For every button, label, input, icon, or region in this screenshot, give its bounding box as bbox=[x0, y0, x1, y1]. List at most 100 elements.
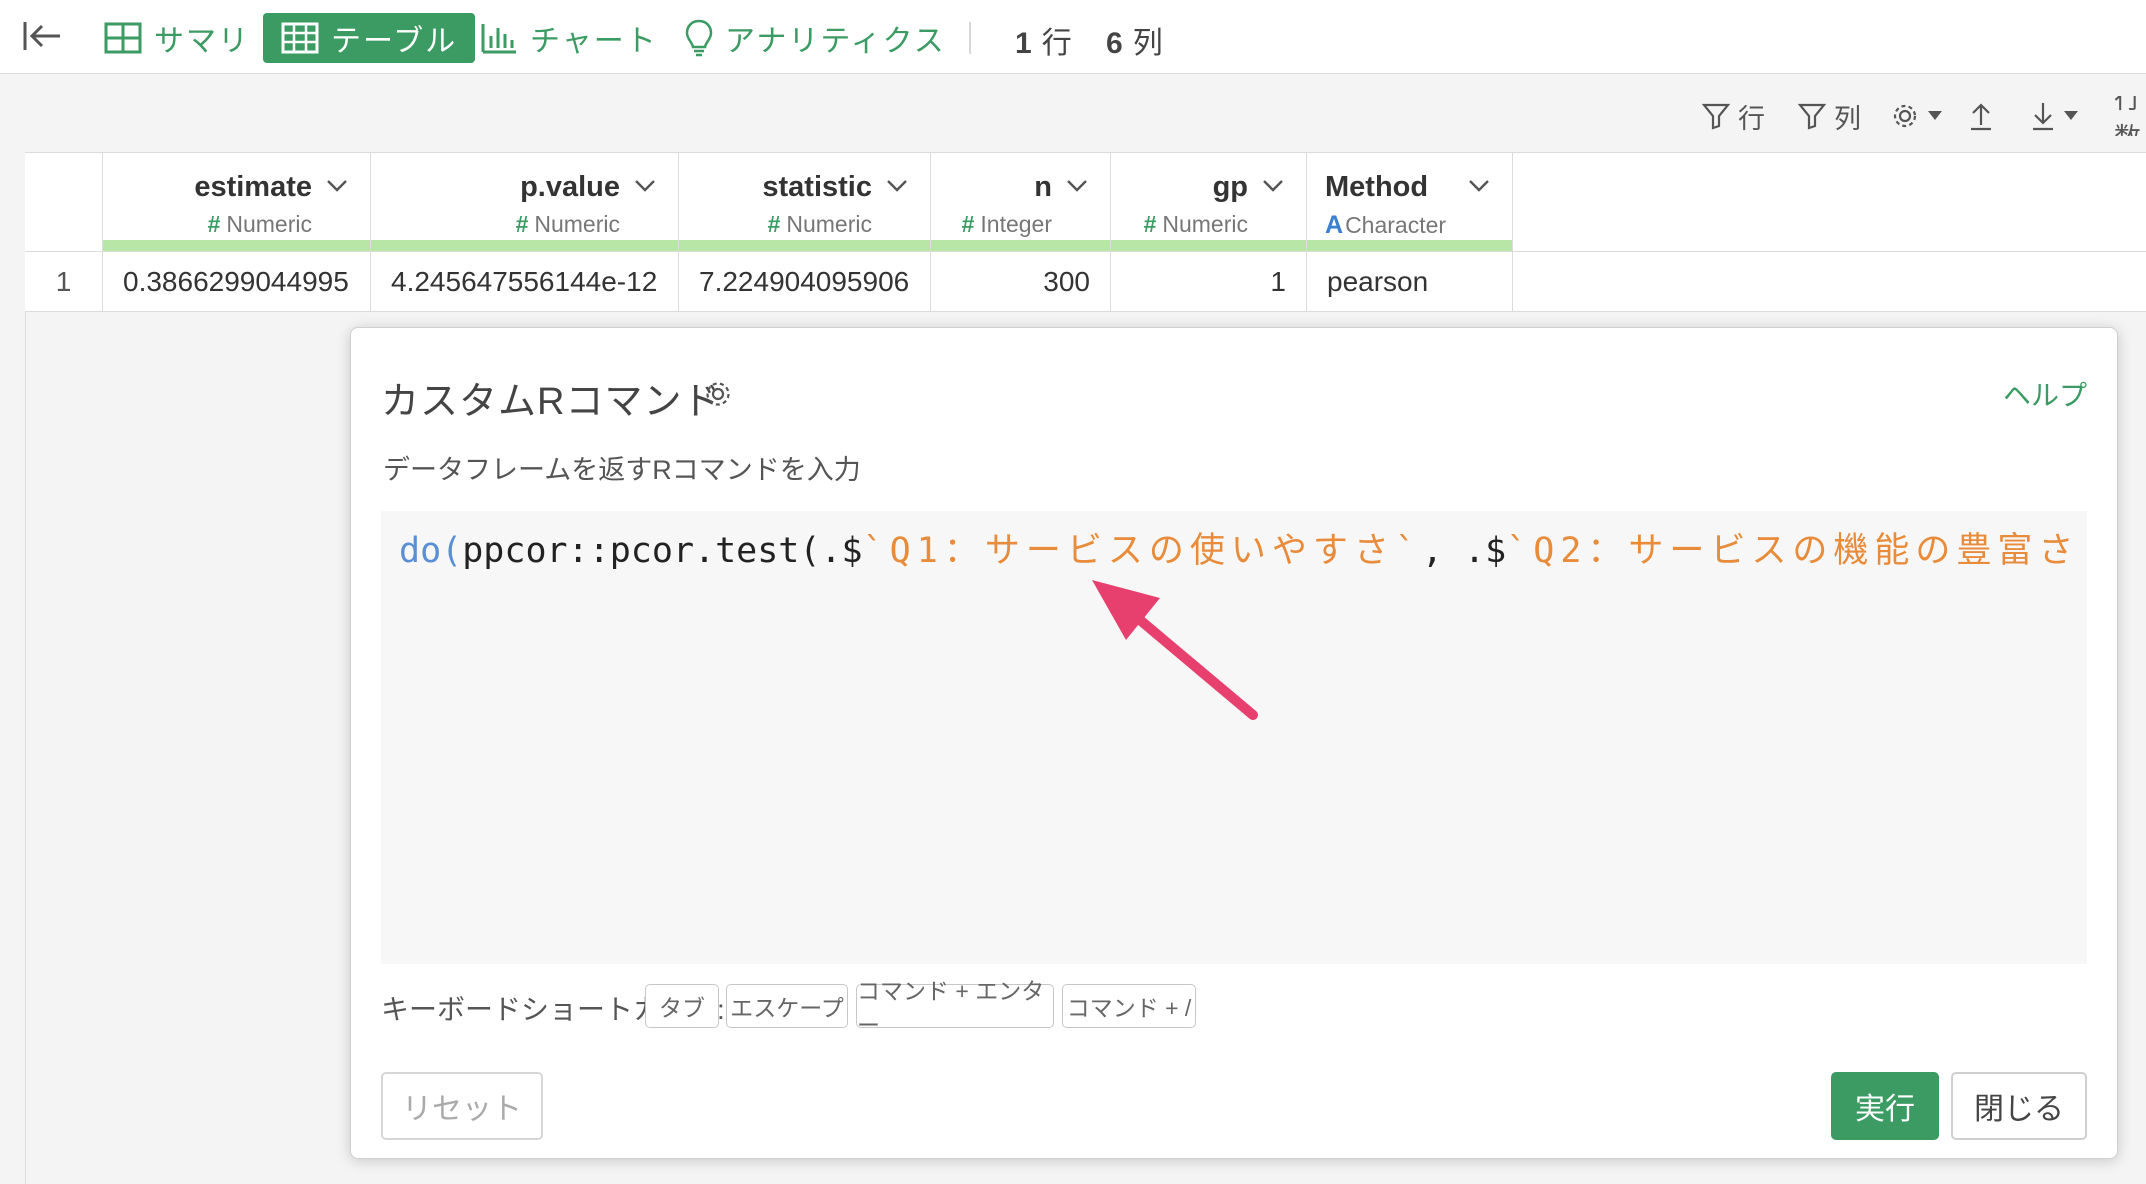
table-cell-statistic[interactable]: 7.224904095906 bbox=[679, 252, 931, 311]
column-type-label: Numeric bbox=[1162, 211, 1248, 237]
column-count-value: 6 bbox=[1106, 27, 1123, 60]
run-button[interactable]: 実行 bbox=[1831, 1072, 1939, 1140]
summary-grid-icon bbox=[104, 22, 142, 54]
column-quality-bar bbox=[679, 240, 930, 251]
column-header-estimate[interactable]: estimate # Numeric bbox=[103, 153, 371, 251]
column-type-label: Numeric bbox=[786, 211, 872, 237]
gear-icon[interactable] bbox=[703, 379, 733, 409]
chevron-down-icon[interactable] bbox=[1262, 179, 1284, 193]
chevron-down-icon[interactable] bbox=[634, 179, 656, 193]
import-dropdown-button[interactable] bbox=[2030, 96, 2078, 136]
column-type-label: Numeric bbox=[226, 211, 312, 237]
column-quality-bar bbox=[1307, 240, 1512, 251]
column-header-statistic[interactable]: statistic # Numeric bbox=[679, 153, 931, 251]
column-type: # Numeric bbox=[208, 211, 312, 238]
filter-rows-label: 行 bbox=[1738, 103, 1765, 134]
column-quality-bar bbox=[103, 240, 370, 251]
tab-summary[interactable]: サマリ bbox=[86, 13, 268, 63]
gear-icon bbox=[1893, 104, 1917, 128]
chevron-down-icon[interactable] bbox=[886, 179, 908, 193]
reset-button[interactable]: リセット bbox=[381, 1072, 543, 1140]
row-count-unit: 行 bbox=[1041, 27, 1072, 60]
row-count-value: 1 bbox=[1015, 27, 1032, 60]
shortcut-command-enter-key[interactable]: コマンド + エンター bbox=[856, 978, 1054, 1038]
shortcut-escape-key[interactable]: エスケープ bbox=[726, 984, 848, 1028]
column-quality-bar bbox=[931, 240, 1110, 251]
custom-r-command-dialog: カスタムRコマンド ヘルプ データフレームを返すRコマンドを入力 do(ppco… bbox=[350, 327, 2118, 1159]
column-type: # Integer bbox=[962, 211, 1052, 238]
chevron-down-icon[interactable] bbox=[1066, 179, 1088, 193]
filter-columns-button[interactable]: 列 bbox=[1798, 96, 1861, 136]
table-cell-n[interactable]: 300 bbox=[931, 252, 1111, 311]
character-type-icon: A bbox=[1325, 211, 1344, 239]
table-header-row: estimate # Numeric p.value # Numeric stati… bbox=[25, 152, 2146, 252]
table-cell-estimate[interactable]: 0.3866299044995 bbox=[103, 252, 371, 311]
download-icon bbox=[2033, 103, 2053, 131]
dialog-title: カスタムRコマンド bbox=[381, 381, 722, 423]
column-header-p-value[interactable]: p.value # Numeric bbox=[371, 153, 679, 251]
numeric-type-icon: # bbox=[1143, 211, 1157, 237]
integer-type-icon: # bbox=[961, 211, 975, 237]
column-type: # Numeric bbox=[516, 211, 620, 238]
code-line: do(ppcor::pcor.test(.$`Q1：サービスの使いやすさ`, .… bbox=[399, 521, 2079, 581]
filter-icon bbox=[1798, 103, 1826, 130]
filter-rows-button[interactable]: 行 bbox=[1702, 96, 1765, 136]
numeric-type-icon: # bbox=[207, 211, 221, 237]
chevron-down-icon[interactable] bbox=[326, 179, 348, 193]
column-type: # Numeric bbox=[1144, 211, 1248, 238]
code-text: ppcor::pcor.test(.$ bbox=[462, 531, 863, 571]
tab-table-label: テーブル bbox=[331, 25, 458, 58]
tab-chart-label: チャート bbox=[530, 25, 658, 58]
caret-down-icon bbox=[1928, 111, 1942, 120]
code-string: `Q1：サービスの使いやすさ` bbox=[862, 531, 1422, 571]
column-name: statistic bbox=[762, 171, 872, 203]
tab-analytics[interactable]: アナリティクス bbox=[667, 13, 964, 63]
truncated-toolbar-item[interactable]: 行数 bbox=[2114, 96, 2146, 136]
code-string: `Q2：サービスの機能の豊富さ bbox=[1506, 531, 2080, 571]
r-code-editor[interactable]: do(ppcor::pcor.test(.$`Q1：サービスの使いやすさ`, .… bbox=[381, 511, 2087, 964]
column-header-gp[interactable]: gp # Numeric bbox=[1111, 153, 1307, 251]
collapse-back-icon[interactable] bbox=[22, 18, 66, 54]
close-button[interactable]: 閉じる bbox=[1951, 1072, 2087, 1140]
filter-icon bbox=[1702, 103, 1730, 130]
help-link[interactable]: ヘルプ bbox=[2003, 374, 2087, 414]
column-name: gp bbox=[1212, 171, 1248, 203]
shortcut-tab-key[interactable]: タブ bbox=[645, 984, 719, 1028]
tab-summary-label: サマリ bbox=[154, 25, 250, 58]
numeric-type-icon: # bbox=[767, 211, 781, 237]
column-name: Method bbox=[1325, 171, 1429, 203]
truncated-toolbar-label: 行数 bbox=[2114, 96, 2141, 136]
table-icon bbox=[281, 22, 319, 54]
column-type: # Numeric bbox=[768, 211, 872, 238]
caret-down-icon bbox=[2064, 111, 2078, 120]
table-cell-gp[interactable]: 1 bbox=[1111, 252, 1307, 311]
column-quality-bar bbox=[1111, 240, 1306, 251]
filter-columns-label: 列 bbox=[1834, 103, 1861, 134]
lightbulb-icon bbox=[685, 19, 713, 57]
tab-analytics-label: アナリティクス bbox=[725, 25, 946, 58]
column-name: p.value bbox=[520, 171, 620, 203]
column-quality-bar bbox=[371, 240, 678, 251]
column-header-n[interactable]: n # Integer bbox=[931, 153, 1111, 251]
code-keyword: do bbox=[399, 531, 442, 571]
column-count-unit: 列 bbox=[1132, 27, 1163, 60]
table-cell-method[interactable]: pearson bbox=[1307, 252, 1513, 311]
row-index-header bbox=[25, 153, 103, 251]
tab-table[interactable]: テーブル bbox=[263, 13, 476, 63]
code-open-paren: ( bbox=[441, 531, 463, 571]
column-type-label: Numeric bbox=[534, 211, 620, 237]
bar-chart-icon bbox=[481, 24, 516, 54]
toolbar-divider bbox=[969, 22, 971, 54]
tab-chart[interactable]: チャート bbox=[462, 13, 676, 63]
column-type-label: Character bbox=[1345, 212, 1447, 238]
numeric-type-icon: # bbox=[515, 211, 529, 237]
table-cell-p-value[interactable]: 4.245647556144e-12 bbox=[371, 252, 679, 311]
column-name: n bbox=[1034, 171, 1052, 203]
column-header-method[interactable]: Method ACharacter bbox=[1307, 153, 1513, 251]
top-bar: サマリ テーブル チャート アナリティクス 1行 6 列 bbox=[0, 0, 2146, 74]
settings-dropdown-button[interactable] bbox=[1890, 96, 1942, 136]
column-type: ACharacter bbox=[1325, 211, 1446, 240]
export-button[interactable] bbox=[1968, 96, 1994, 136]
chevron-down-icon[interactable] bbox=[1468, 179, 1490, 193]
shortcut-command-slash-key[interactable]: コマンド + / bbox=[1062, 984, 1196, 1028]
